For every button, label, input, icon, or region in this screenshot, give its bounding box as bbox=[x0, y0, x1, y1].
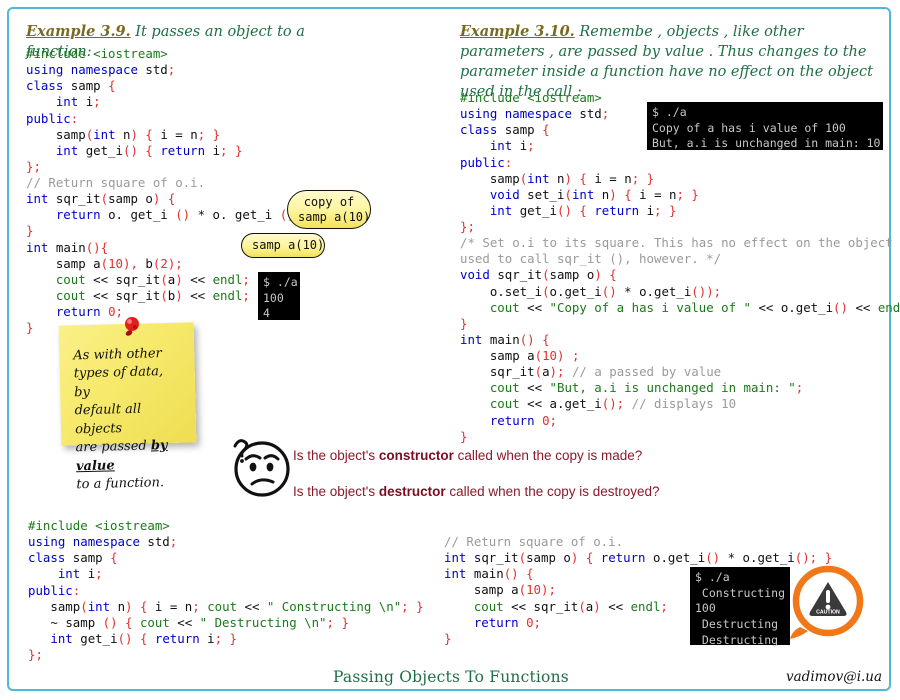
example-3-10-label: Example 3.10. bbox=[460, 23, 575, 40]
question-2-prefix: Is the object's bbox=[293, 484, 379, 499]
question-1-prefix: Is the object's bbox=[293, 448, 379, 463]
terminal-left-top: $ ./a 100 4 bbox=[258, 272, 300, 320]
example-3-9-label: Example 3.9. bbox=[26, 23, 131, 40]
sticky-line-5: to a function. bbox=[76, 475, 165, 493]
callout-samp-a10: samp a(10) bbox=[241, 233, 325, 258]
question-1-emphasis: constructor bbox=[378, 448, 454, 463]
caution-speech-bubble-icon: CAUTION bbox=[790, 565, 864, 639]
thinking-face-icon bbox=[233, 439, 290, 497]
question-destructor: Is the object's destructor called when t… bbox=[293, 484, 733, 500]
callout-copy-of-samp: copy of samp a(10) bbox=[287, 190, 371, 230]
terminal-right-top: $ ./a Copy of a has i value of 100 But, … bbox=[647, 102, 883, 150]
question-1-suffix: called when the copy is made? bbox=[453, 448, 643, 463]
terminal-bottom: $ ./a Constructing 100 Destructing Destr… bbox=[690, 567, 790, 647]
footer-title: Passing Objects To Functions bbox=[333, 668, 569, 686]
question-constructor: Is the object's constructor called when … bbox=[293, 448, 713, 464]
push-pin-icon bbox=[125, 317, 139, 336]
bottom-left-code: #include <iostream> using namespace std;… bbox=[28, 518, 424, 662]
question-2-emphasis: destructor bbox=[378, 484, 446, 499]
sticky-line-2: types of data, by bbox=[73, 364, 164, 401]
sticky-line-4: are passed by value bbox=[75, 437, 183, 477]
caution-label: CAUTION bbox=[816, 610, 840, 616]
sticky-line-3: default all objects bbox=[74, 402, 142, 438]
question-2-suffix: called when the copy is destroyed? bbox=[445, 484, 660, 499]
sticky-note-text: As with other types of data, by default … bbox=[59, 322, 198, 505]
footer-email: vadimov@i.ua bbox=[786, 669, 883, 685]
sticky-line-4-prefix: are passed bbox=[75, 438, 152, 456]
